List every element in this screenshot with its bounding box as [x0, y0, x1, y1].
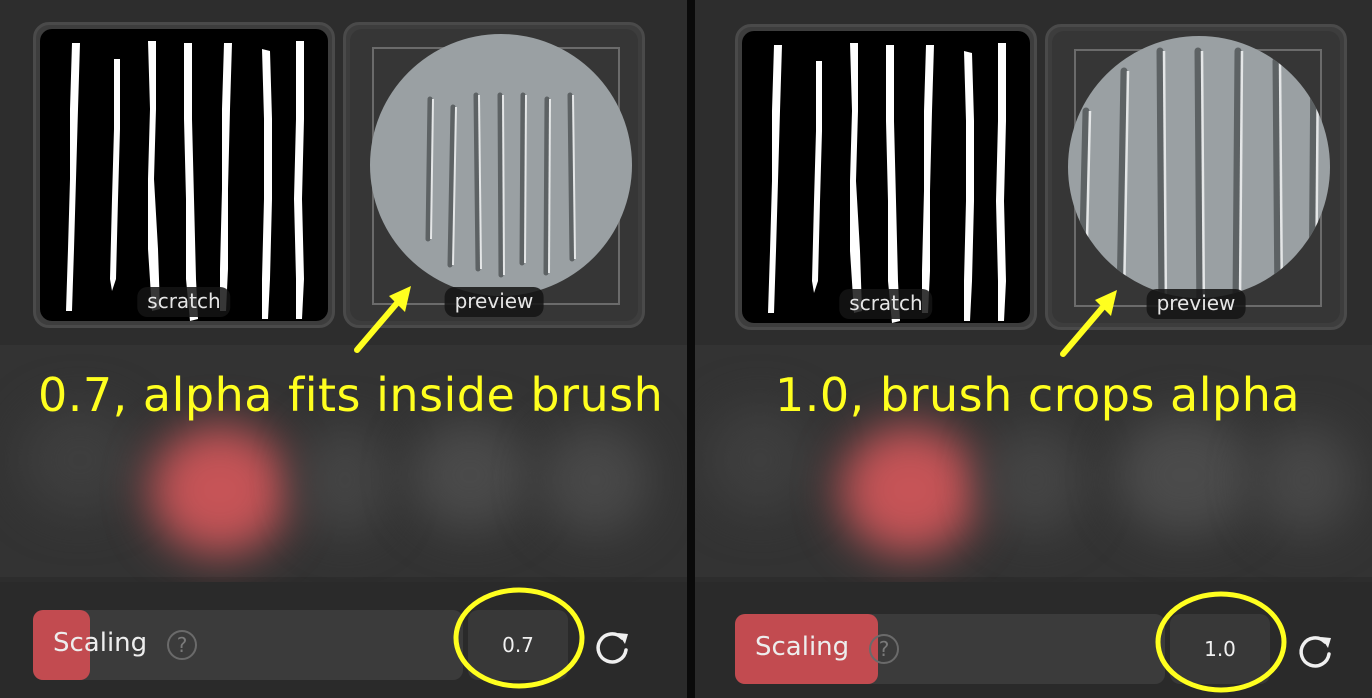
slider-label: Scaling — [53, 628, 148, 658]
property-row: Scaling ? 1.0 — [695, 582, 1372, 698]
scaling-slider[interactable]: Scaling ? — [33, 610, 463, 680]
scratch-strokes — [768, 43, 1006, 323]
help-icon[interactable]: ? — [167, 630, 197, 660]
scratch-alpha-image: scratch — [742, 31, 1030, 323]
scratch-label: scratch — [839, 289, 933, 319]
property-row: Scaling ? 0.7 — [0, 582, 687, 698]
annotation-text: 0.7, alpha fits inside brush — [38, 368, 664, 422]
help-icon[interactable]: ? — [869, 634, 899, 664]
scratch-thumbnail[interactable]: scratch — [33, 22, 335, 328]
scratch-alpha-image: scratch — [40, 29, 328, 321]
highlight-ellipse — [1155, 591, 1287, 693]
reset-icon[interactable] — [1295, 632, 1335, 672]
scratch-label: scratch — [137, 287, 231, 317]
highlight-ellipse — [453, 587, 585, 689]
scratch-strokes — [66, 41, 304, 321]
preview-thumbnail[interactable]: preview — [1045, 24, 1347, 330]
annotation-text: 1.0, brush crops alpha — [775, 368, 1301, 422]
scratch-thumbnail[interactable]: scratch — [735, 24, 1037, 330]
preview-image: preview — [1052, 31, 1340, 323]
preview-brush-disc — [1068, 36, 1330, 298]
panel-divider — [687, 0, 695, 698]
reset-icon[interactable] — [592, 628, 632, 668]
preview-label: preview — [1146, 289, 1246, 319]
comparison-panel-left: scratch preview 0.7, alpha fits inside b… — [0, 0, 687, 698]
arrow-icon — [1060, 290, 1117, 357]
slider-label: Scaling — [755, 632, 850, 662]
preview-image: preview — [350, 29, 638, 321]
arrow-icon — [354, 286, 411, 353]
comparison-panel-right: scratch preview 1.0, brush crops alpha S… — [695, 0, 1372, 698]
scaling-slider[interactable]: Scaling ? — [735, 614, 1165, 684]
preview-label: preview — [444, 287, 544, 317]
preview-brush-disc — [370, 34, 632, 296]
